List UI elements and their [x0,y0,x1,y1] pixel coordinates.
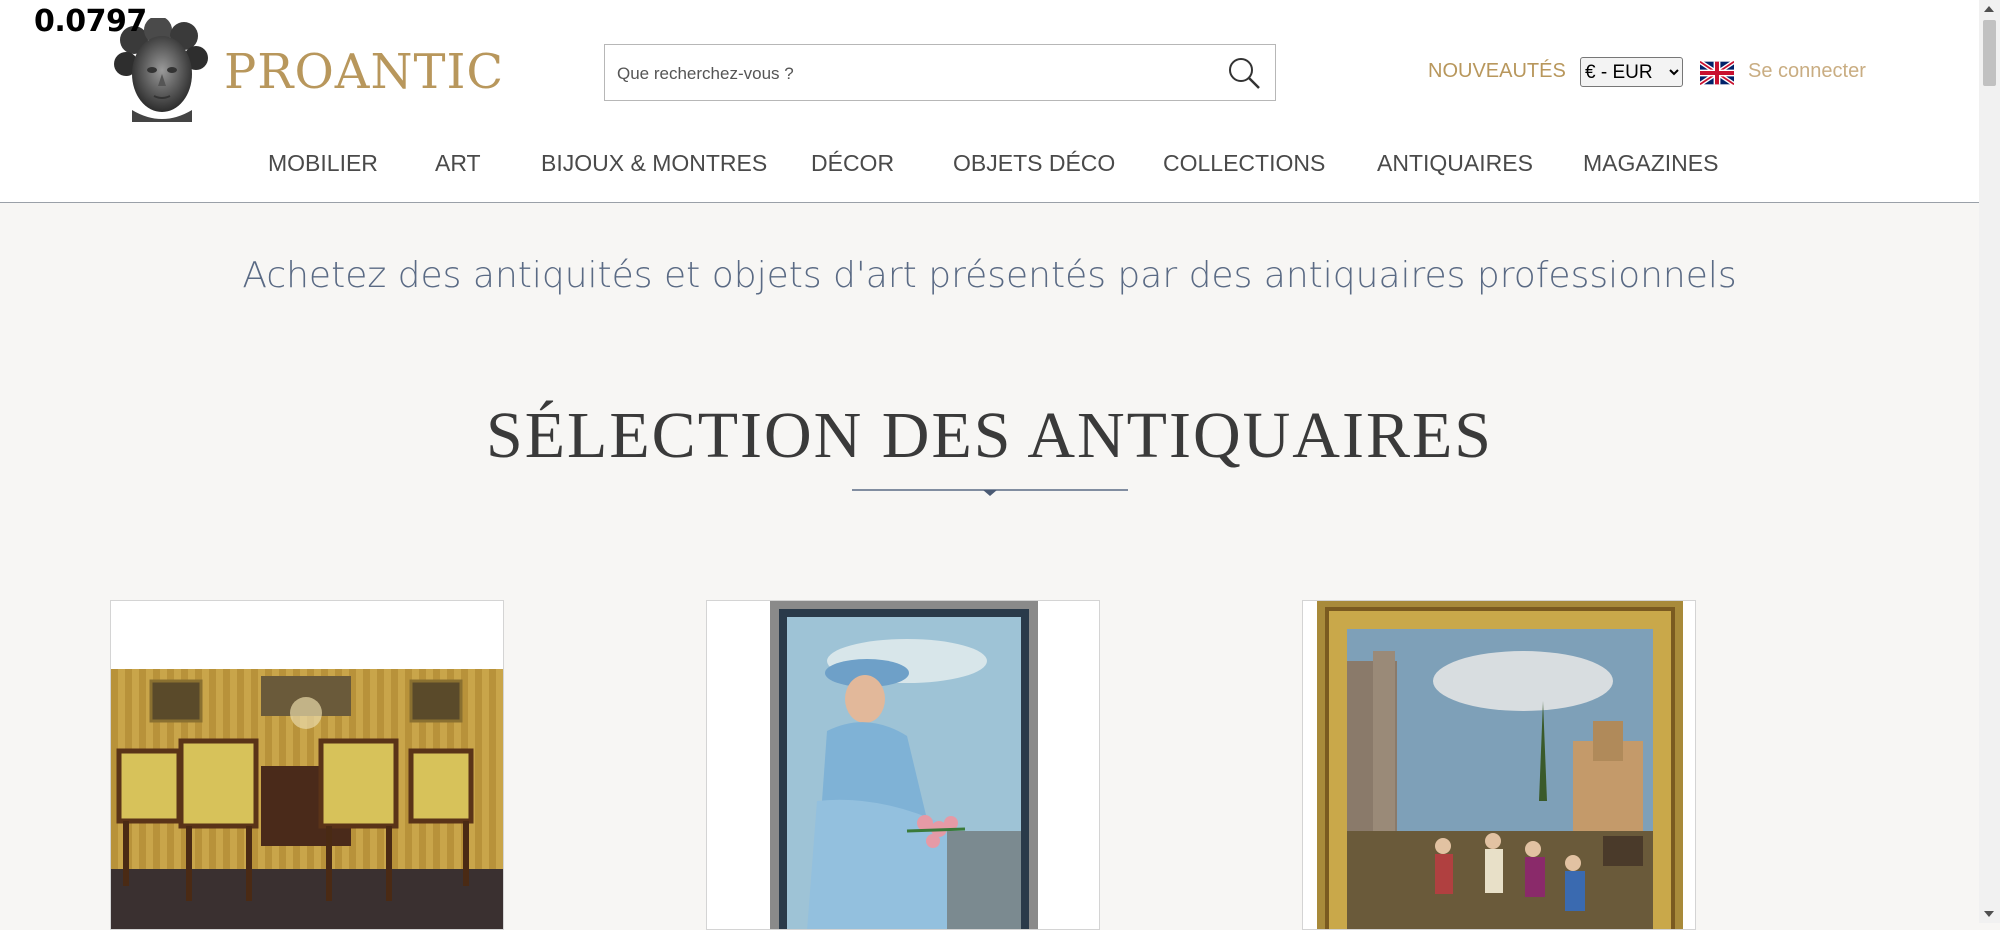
uk-flag-icon[interactable] [1700,61,1734,85]
currency-select[interactable]: € - EUR [1580,57,1683,87]
nav-item-antiquaires[interactable]: ANTIQUAIRES [1377,150,1533,177]
scrollbar-thumb[interactable] [1983,20,1996,86]
nav-item-decor[interactable]: DÉCOR [811,150,894,177]
site-header: PROANTIC NOUVEAUTÉS € - EUR Se connecter… [0,0,1979,203]
search-icon[interactable] [1227,56,1261,90]
nav-item-magazines[interactable]: MAGAZINES [1583,150,1718,177]
nav-item-bijoux-montres[interactable]: BIJOUX & MONTRES [541,150,767,177]
nav-item-mobilier[interactable]: MOBILIER [268,150,378,177]
search-input[interactable] [615,45,1199,102]
product-card[interactable] [1302,600,1696,930]
vertical-scrollbar[interactable] [1979,0,2000,923]
product-image-portrait[interactable] [707,601,1100,930]
product-image-landscape-painting[interactable] [1303,601,1696,930]
login-link[interactable]: Se connecter [1748,60,1866,83]
product-card[interactable] [110,600,504,930]
score-overlay: 0.0797 [34,4,147,39]
nouveautes-link[interactable]: NOUVEAUTÉS [1428,60,1566,83]
nav-item-objets-deco[interactable]: OBJETS DÉCO [953,150,1115,177]
section-title: SÉLECTION DES ANTIQUAIRES [486,399,1493,472]
divider-diamond-icon [852,489,1128,496]
nav-item-art[interactable]: ART [435,150,481,177]
scroll-up-icon[interactable] [1984,6,1994,12]
scroll-down-icon[interactable] [1984,911,1994,917]
product-card[interactable] [706,600,1100,930]
main-nav: MOBILIER ART BIJOUX & MONTRES DÉCOR OBJE… [0,150,1979,180]
page-tagline: Achetez des antiquités et objets d'art p… [242,255,1737,296]
product-image-armchairs[interactable] [111,601,504,930]
brand-name[interactable]: PROANTIC [224,44,504,100]
nav-item-collections[interactable]: COLLECTIONS [1163,150,1325,177]
search-box [604,44,1276,102]
